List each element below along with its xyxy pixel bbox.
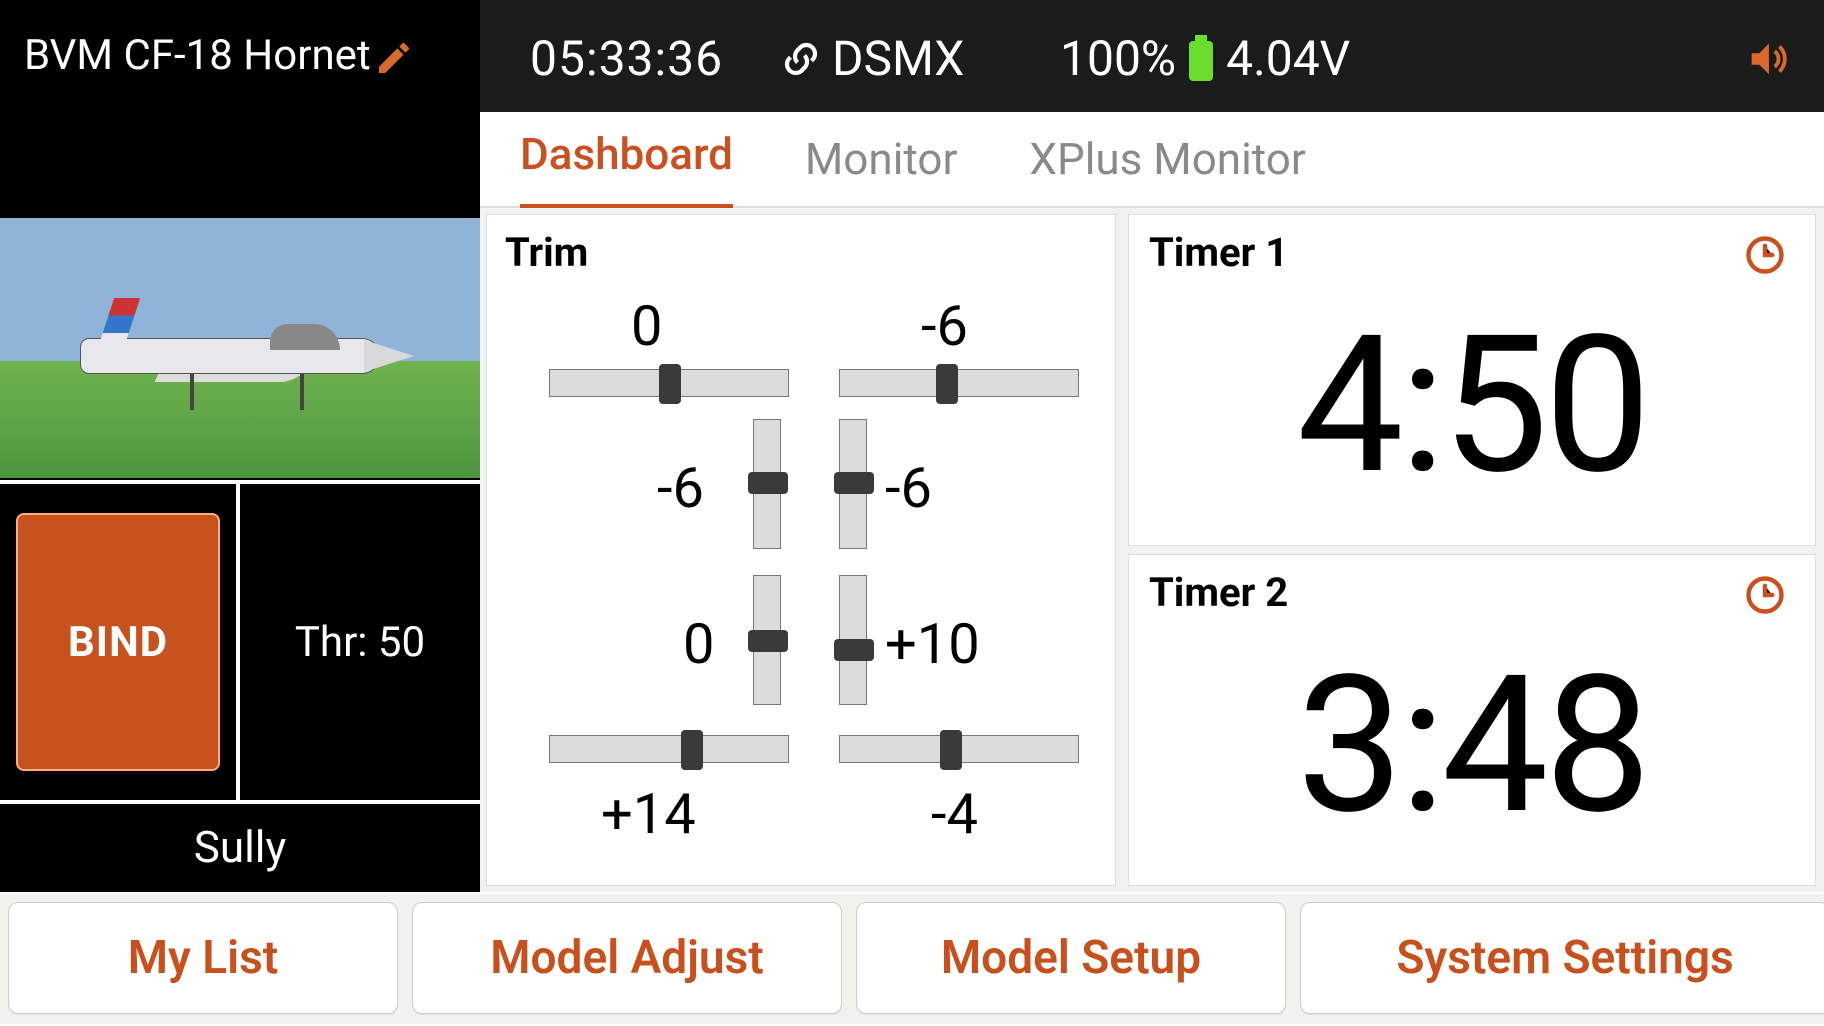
system-settings-button[interactable]: System Settings — [1300, 902, 1824, 1014]
throttle-readout: Thr: 50 — [240, 480, 480, 800]
trim-mid-right-value: -6 — [885, 455, 932, 521]
bind-button[interactable]: BIND — [16, 513, 220, 771]
timer-2-panel[interactable]: Timer 2 3:48 — [1128, 554, 1816, 886]
trim-low-left-slider[interactable] — [753, 575, 781, 705]
trim-low-right-value: +10 — [885, 611, 980, 677]
jet-illustration — [80, 298, 400, 408]
clock: 05:33:36 — [530, 30, 723, 87]
timer-1-panel[interactable]: Timer 1 4:50 — [1128, 214, 1816, 546]
tab-monitor[interactable]: Monitor — [805, 113, 957, 205]
trim-low-left-value: 0 — [683, 611, 714, 677]
trim-bottom-left-value: +14 — [601, 781, 696, 847]
trim-bottom-right-slider[interactable] — [839, 735, 1079, 763]
model-setup-button[interactable]: Model Setup — [856, 902, 1286, 1014]
slider-knob[interactable] — [834, 472, 874, 494]
dashboard-main: Trim 0 -6 -6 -6 0 +10 +14 -4 Timer 1 4:5… — [480, 208, 1824, 892]
clock-icon[interactable] — [1743, 233, 1787, 277]
timer-1-title: Timer 1 — [1149, 229, 1288, 276]
slider-knob[interactable] — [748, 472, 788, 494]
trim-top-left-slider[interactable] — [549, 369, 789, 397]
trim-bottom-right-value: -4 — [931, 781, 978, 847]
bottom-bar: My List Model Adjust Model Setup System … — [0, 894, 1824, 1024]
trim-mid-left-value: -6 — [657, 455, 704, 521]
trim-mid-right-slider[interactable] — [839, 419, 867, 549]
tab-dashboard[interactable]: Dashboard — [520, 108, 733, 210]
battery-icon — [1186, 35, 1216, 83]
clock-icon[interactable] — [1743, 573, 1787, 617]
slider-knob[interactable] — [681, 730, 703, 770]
trim-title: Trim — [505, 229, 588, 276]
trim-top-right-slider[interactable] — [839, 369, 1079, 397]
trim-low-right-slider[interactable] — [839, 575, 867, 705]
battery-percent: 100% — [1060, 30, 1176, 87]
trim-bottom-left-slider[interactable] — [549, 735, 789, 763]
link-mode: DSMX — [832, 30, 964, 87]
slider-knob[interactable] — [940, 730, 962, 770]
status-bar: BVM CF-18 Hornet 05:33:36 DSMX 100% 4.04… — [0, 0, 1824, 112]
timer-1-value: 4:50 — [1129, 295, 1815, 517]
slider-knob[interactable] — [748, 630, 788, 652]
tab-bar: Dashboard Monitor XPlus Monitor — [480, 112, 1824, 208]
timer-2-value: 3:48 — [1129, 635, 1815, 857]
slider-knob[interactable] — [936, 364, 958, 404]
battery-status: 100% 4.04V — [1060, 30, 1350, 87]
edit-icon[interactable] — [374, 38, 414, 78]
link-status: DSMX — [780, 30, 964, 87]
timer-2-title: Timer 2 — [1149, 569, 1288, 616]
trim-mid-left-slider[interactable] — [753, 419, 781, 549]
volume-icon[interactable] — [1744, 36, 1790, 82]
slider-knob[interactable] — [834, 639, 874, 661]
tab-xplus-monitor[interactable]: XPlus Monitor — [1029, 113, 1305, 205]
model-image[interactable] — [0, 218, 480, 478]
bind-cell: BIND — [0, 480, 240, 800]
trim-top-left-value: 0 — [631, 293, 662, 359]
battery-voltage: 4.04V — [1226, 30, 1350, 87]
model-name: BVM CF-18 Hornet — [24, 33, 371, 79]
trim-panel[interactable]: Trim 0 -6 -6 -6 0 +10 +14 -4 — [486, 214, 1116, 886]
bind-throttle-row: BIND Thr: 50 — [0, 480, 480, 800]
link-icon — [780, 38, 822, 80]
slider-knob[interactable] — [659, 364, 681, 404]
my-list-button[interactable]: My List — [8, 902, 398, 1014]
model-adjust-button[interactable]: Model Adjust — [412, 902, 842, 1014]
model-name-block[interactable]: BVM CF-18 Hornet — [0, 0, 480, 112]
trim-top-right-value: -6 — [921, 293, 968, 359]
pilot-name[interactable]: Sully — [0, 800, 480, 890]
